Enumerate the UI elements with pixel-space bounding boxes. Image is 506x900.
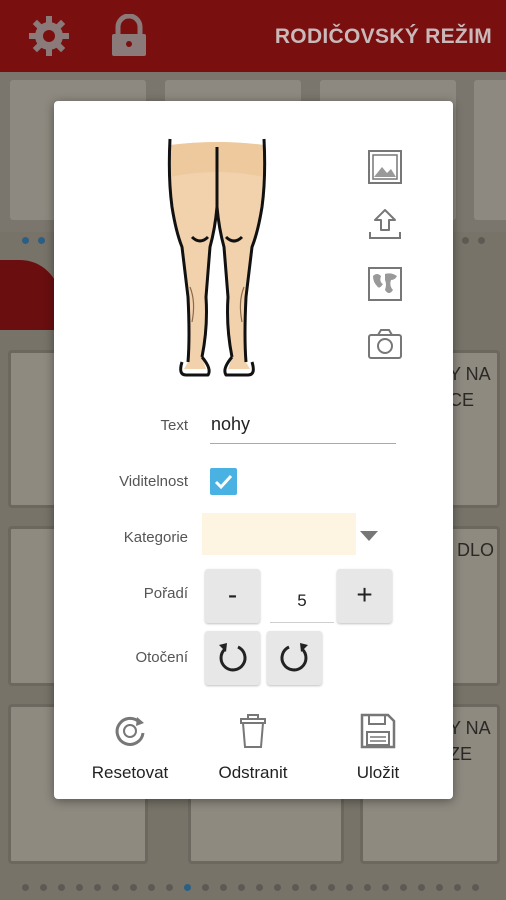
tile-text: Y NA CE <box>449 364 491 410</box>
checkmark-icon <box>214 474 233 490</box>
order-value: 5 <box>270 569 334 623</box>
page-dot <box>22 237 29 244</box>
floppy-disk-icon <box>360 713 396 749</box>
reset-button[interactable]: Resetovat <box>75 713 185 783</box>
reset-icon <box>115 716 145 746</box>
lock-icon[interactable] <box>108 14 150 58</box>
top-bar: RODIČOVSKÝ REŽIM <box>0 0 506 72</box>
page-dot <box>462 237 469 244</box>
tile-text: DLO <box>457 540 495 560</box>
order-decrement-button[interactable]: - <box>205 569 260 623</box>
upload-icon[interactable] <box>367 206 403 242</box>
tile-text: Y NA ZE <box>449 718 491 764</box>
dropdown-arrow-icon[interactable] <box>360 531 378 541</box>
delete-label: Odstranit <box>218 763 288 782</box>
visibility-checkbox[interactable] <box>210 468 237 495</box>
rotate-left-icon <box>219 643 247 672</box>
reset-label: Resetovat <box>91 763 169 782</box>
image-gallery-icon[interactable] <box>367 149 403 185</box>
legs-pictogram[interactable] <box>162 137 272 382</box>
save-label: Uložit <box>356 763 400 782</box>
world-map-icon[interactable] <box>367 266 403 302</box>
save-button[interactable]: Uložit <box>323 713 433 783</box>
edit-card-dialog: Text nohy Viditelnost Kategorie Pořadí -… <box>54 101 453 799</box>
order-increment-button[interactable]: + <box>337 569 392 623</box>
rotate-left-button[interactable] <box>205 631 260 685</box>
category-select[interactable] <box>202 513 356 555</box>
text-input[interactable]: nohy <box>210 414 396 444</box>
delete-button[interactable]: Odstranit <box>198 713 308 783</box>
pager-dots <box>0 880 506 894</box>
decorative-shape <box>0 260 60 330</box>
camera-icon[interactable] <box>367 326 403 362</box>
order-label: Pořadí <box>143 585 188 602</box>
page-title: RODIČOVSKÝ REŽIM <box>274 25 492 48</box>
category-tile <box>474 80 506 220</box>
category-label: Kategorie <box>123 529 188 546</box>
page-dot <box>38 237 45 244</box>
rotate-right-icon <box>280 643 308 672</box>
text-label: Text <box>160 417 188 434</box>
page-dot <box>478 237 485 244</box>
visibility-label: Viditelnost <box>119 473 188 490</box>
rotate-right-button[interactable] <box>267 631 322 685</box>
gear-icon[interactable] <box>27 14 71 58</box>
trash-icon <box>240 714 266 748</box>
rotation-label: Otočení <box>135 649 188 666</box>
